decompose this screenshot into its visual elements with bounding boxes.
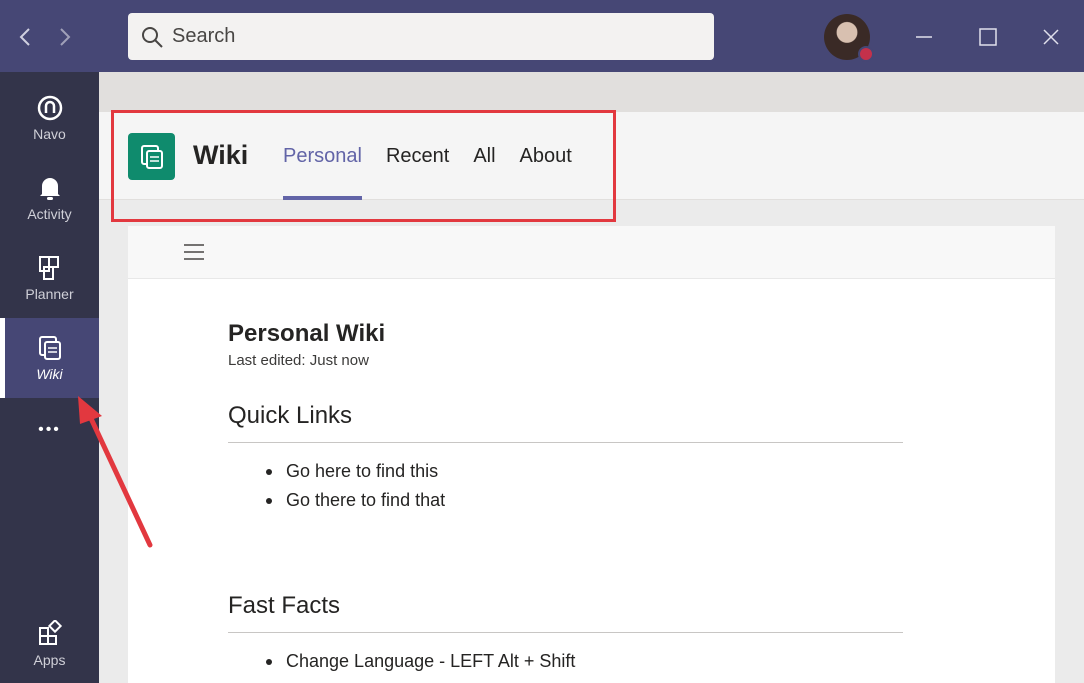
rail-item-label: Apps [33,652,66,668]
title-bar: Search [0,0,1084,72]
search-placeholder: Search [172,25,236,47]
more-apps-button[interactable]: ••• [0,398,99,458]
list-item: Go there to find that [266,486,903,515]
tab-about[interactable]: About [520,145,572,200]
page-toolbar [128,226,1055,279]
bell-icon [39,178,60,200]
close-button[interactable] [1036,22,1066,52]
more-icon: ••• [38,421,61,438]
tab-personal[interactable]: Personal [283,145,362,200]
wiki-document: Personal Wiki Last edited: Just now Quic… [228,320,903,671]
rail-item-label: Planner [25,286,74,302]
app-rail: Navo Activity Planner Wiki ••• Apps [0,72,99,683]
rail-item-apps[interactable]: Apps [0,604,99,683]
section-fast-facts: Fast Facts Change Language - LEFT Alt + … [228,592,903,676]
tab-all[interactable]: All [473,145,495,200]
forward-button[interactable] [54,22,76,52]
page-title: Personal Wiki [228,320,386,347]
bullet-list: Change Language - LEFT Alt + Shift [228,647,903,676]
minimize-icon [916,36,932,38]
hamburger-menu-icon[interactable] [182,240,206,264]
list-item: Change Language - LEFT Alt + Shift [266,647,903,676]
back-button[interactable] [14,22,36,52]
header-strip [99,72,1084,112]
chevron-right-icon [60,28,71,46]
section-quick-links: Quick Links Go here to find this Go ther… [228,402,903,515]
search-input[interactable]: Search [128,13,714,60]
apps-icon [38,620,62,645]
last-edited-label: Last edited: Just now [228,352,369,369]
maximize-icon [979,28,997,46]
history-nav [14,22,76,52]
close-icon [1043,29,1059,45]
wiki-page: Personal Wiki Last edited: Just now Quic… [128,226,1055,683]
search-icon [142,26,163,48]
rail-item-label: Navo [33,126,66,142]
minimize-button[interactable] [909,22,939,52]
rail-item-wiki[interactable]: Wiki [0,318,99,398]
avatar[interactable] [824,14,874,62]
rail-item-planner[interactable]: Planner [0,238,99,318]
rail-item-navo[interactable]: Navo [0,78,99,158]
tab-bar: Personal Recent All About [283,145,596,200]
planner-icon [38,256,59,280]
bullet-list: Go here to find this Go there to find th… [228,457,903,515]
navo-icon [37,95,62,121]
rail-item-activity[interactable]: Activity [0,158,99,238]
app-title: Wiki [193,140,249,170]
maximize-button[interactable] [973,22,1003,52]
rail-item-label: Activity [27,206,72,222]
wiki-logo [128,133,175,180]
chevron-left-icon [19,28,30,46]
list-item: Go here to find this [266,457,903,486]
presence-busy-icon [858,46,874,62]
rail-item-label: Wiki [36,366,63,382]
wiki-app-icon [140,144,163,169]
section-heading: Quick Links [228,402,903,443]
tab-recent[interactable]: Recent [386,145,449,200]
wiki-icon [38,336,61,360]
section-heading: Fast Facts [228,592,903,633]
